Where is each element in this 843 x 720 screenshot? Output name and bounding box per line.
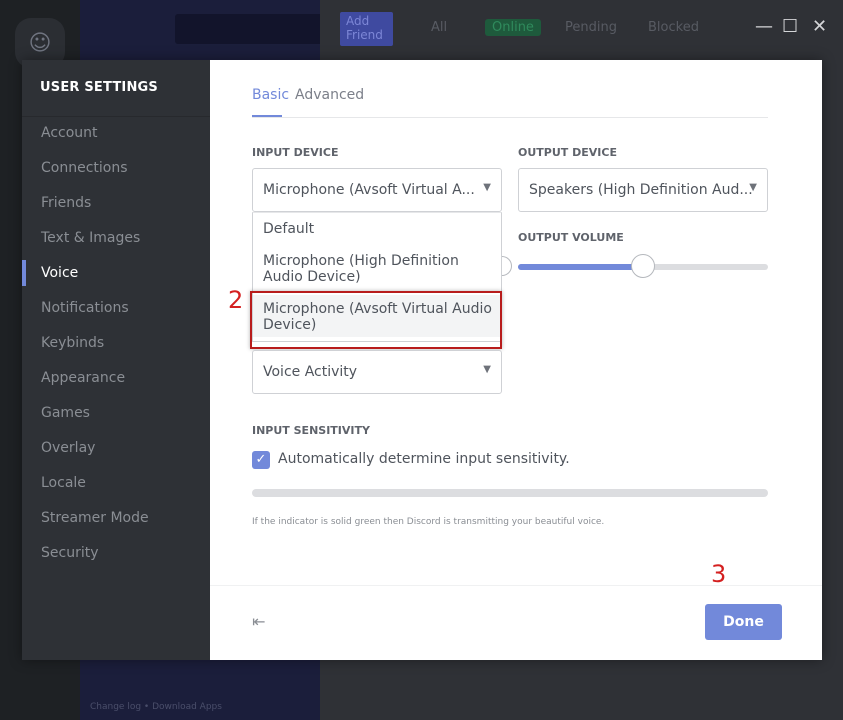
sidebar-item-streamer-mode[interactable]: Streamer Mode [22,505,210,531]
sidebar-item-account[interactable]: Account [22,120,210,146]
input-sensitivity-label: INPUT SENSITIVITY [252,424,370,437]
sidebar-divider [22,116,210,117]
input-device-value: Microphone (Avsoft Virtual A... [263,182,475,198]
sidebar-item-text-images[interactable]: Text & Images [22,225,210,251]
sidebar-item-notifications[interactable]: Notifications [22,295,210,321]
sidebar-item-games[interactable]: Games [22,400,210,426]
auto-sensitivity-checkbox[interactable]: ✓ [252,451,270,469]
bg-footer: Change log • Download Apps [90,702,222,712]
input-device-select[interactable]: Microphone (Avsoft Virtual A... ▼ [252,168,502,212]
add-friend-button[interactable]: Add Friend [340,12,393,46]
annotation-step-2: 2 [228,286,244,314]
auto-sensitivity-label: Automatically determine input sensitivit… [278,451,570,467]
tab-advanced[interactable]: Advanced [295,87,364,103]
tab-all[interactable]: All [431,20,447,35]
sidebar-item-keybinds[interactable]: Keybinds [22,330,210,356]
active-tab-indicator [252,115,282,117]
close-icon[interactable]: ✕ [812,18,827,36]
sidebar-item-voice[interactable]: Voice [22,260,210,286]
settings-sidebar: USER SETTINGS Account Connections Friend… [22,60,210,660]
maximize-icon[interactable]: ☐ [782,18,798,36]
input-mode-select[interactable]: Voice Activity ▼ [252,350,502,394]
footer-divider [210,585,822,586]
tab-pending[interactable]: Pending [565,20,617,35]
tab-online[interactable]: Online [485,19,541,36]
sidebar-item-appearance[interactable]: Appearance [22,365,210,391]
user-settings-modal: USER SETTINGS Account Connections Friend… [22,60,822,660]
tab-blocked[interactable]: Blocked [648,20,699,35]
sidebar-item-connections[interactable]: Connections [22,155,210,181]
chevron-down-icon: ▼ [749,182,757,193]
tab-basic[interactable]: Basic [252,87,289,103]
input-mode-value: Voice Activity [263,364,358,380]
option-high-definition-mic[interactable]: Microphone (High Definition Audio Device… [253,253,501,285]
input-volume-knob-edge[interactable] [502,256,512,276]
sidebar-item-friends[interactable]: Friends [22,190,210,216]
tabs-divider [252,117,768,118]
option-default[interactable]: Default [253,221,501,237]
minimize-icon[interactable]: — [755,18,773,36]
output-volume-knob[interactable] [631,254,655,278]
sensitivity-meter [252,489,768,497]
annotation-highlight-box [250,291,502,349]
output-volume-slider[interactable] [518,254,768,278]
output-device-select[interactable]: Speakers (High Definition Aud... ▼ [518,168,768,212]
input-device-label: INPUT DEVICE [252,146,339,159]
chevron-down-icon: ▼ [483,182,491,193]
sidebar-item-locale[interactable]: Locale [22,470,210,496]
output-device-value: Speakers (High Definition Aud... [529,182,753,198]
output-device-label: OUTPUT DEVICE [518,146,617,159]
output-volume-label: OUTPUT VOLUME [518,231,624,244]
checkmark-icon: ✓ [255,452,267,467]
voice-settings-content: Basic Advanced INPUT DEVICE OUTPUT DEVIC… [210,60,822,660]
sidebar-title: USER SETTINGS [40,80,158,95]
sidebar-item-overlay[interactable]: Overlay [22,435,210,461]
sidebar-item-security[interactable]: Security [22,540,210,566]
output-volume-fill [518,264,643,270]
sensitivity-hint: If the indicator is solid green then Dis… [252,517,605,527]
chevron-down-icon: ▼ [483,364,491,375]
